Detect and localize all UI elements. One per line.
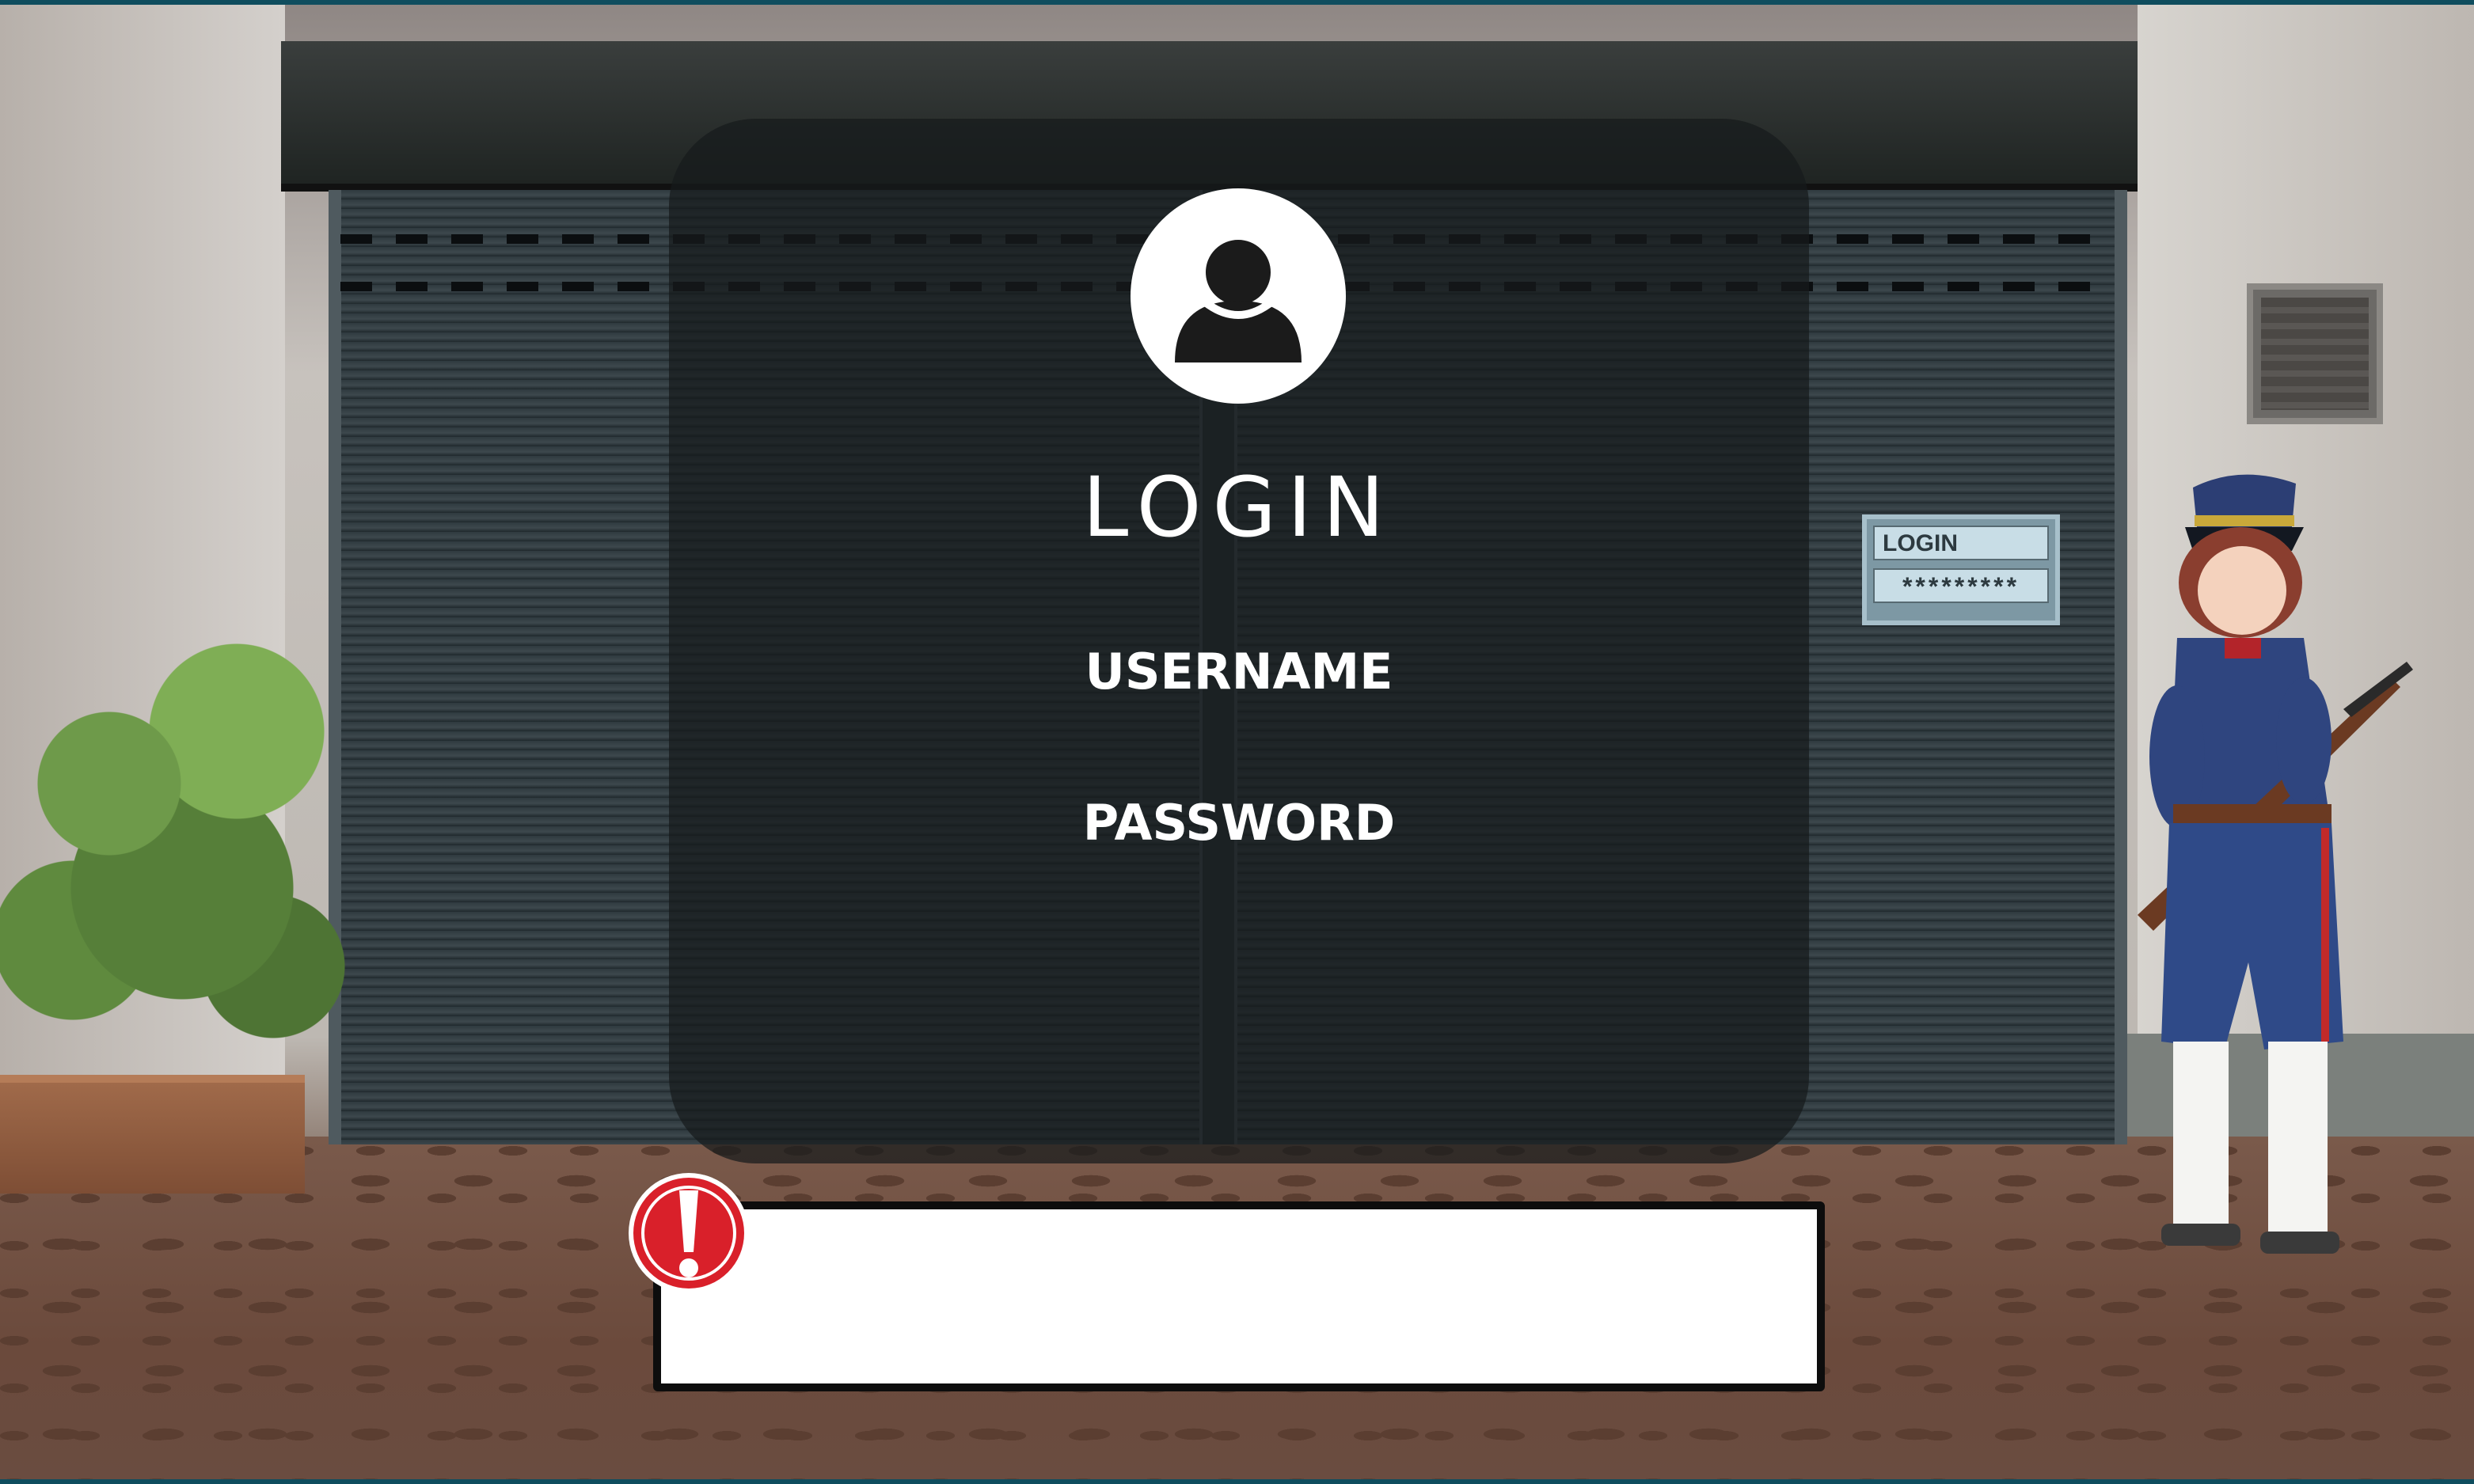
password-label: PASSWORD [1082,794,1396,852]
username-input[interactable] [950,704,1531,777]
wall-vent-box [2247,283,2383,424]
alert-icon [629,1173,749,1293]
soldier-character [2138,474,2413,1254]
login-sign-prop: LOGIN ********* [1862,514,2060,625]
user-icon [1131,188,1346,404]
sign-password-field: ********* [1873,568,2049,603]
potted-plant [0,575,364,1097]
login-title: LOGIN [1082,459,1396,556]
username-label: USERNAME [1085,643,1393,700]
password-input[interactable] [950,855,1531,928]
message-box [653,1201,1825,1391]
sign-login-field: LOGIN [1873,526,2049,560]
planter-box [0,1075,305,1194]
